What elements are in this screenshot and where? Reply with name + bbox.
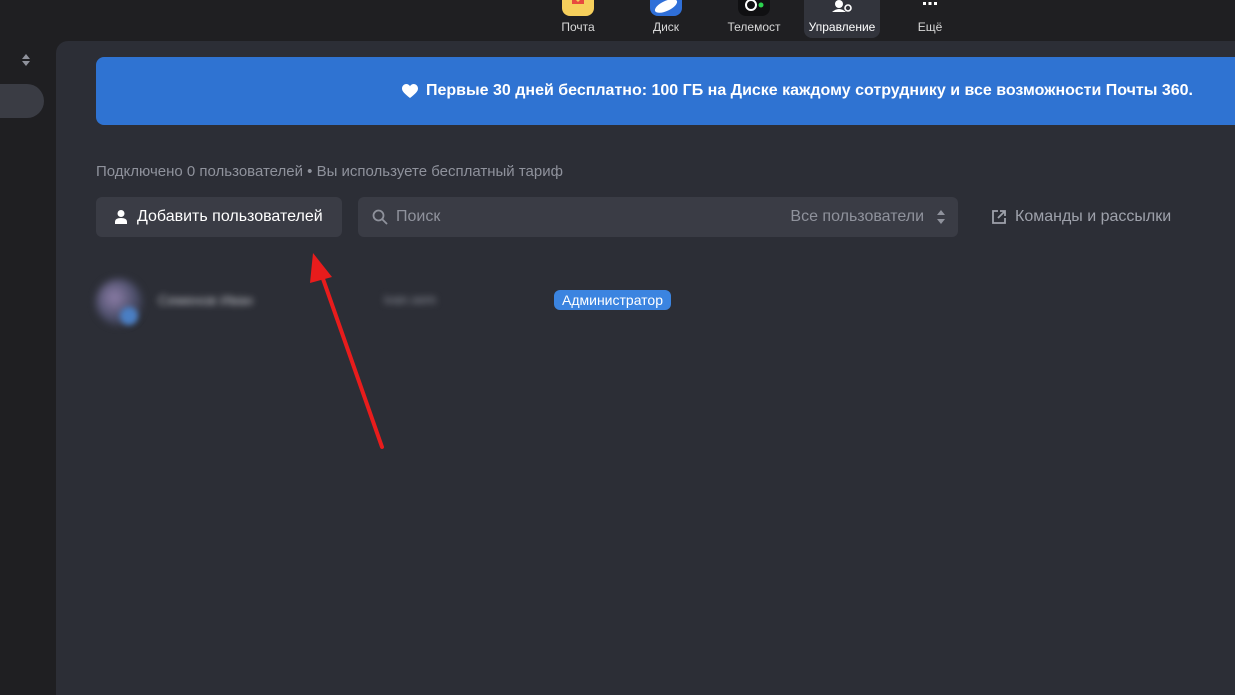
admin-icon bbox=[832, 0, 852, 12]
search-bar: Все пользователи bbox=[358, 197, 958, 237]
nav-more-label: Ещё bbox=[917, 20, 943, 34]
nav-mail-label: Почта bbox=[561, 20, 595, 34]
user-login: ivan.sem bbox=[384, 292, 437, 307]
disk-icon bbox=[650, 0, 682, 16]
nav-disk-label: Диск bbox=[652, 20, 680, 34]
rail-selected-item[interactable] bbox=[0, 84, 44, 118]
user-icon bbox=[115, 210, 127, 224]
mail-icon bbox=[562, 0, 594, 16]
subscription-summary: Подключено 0 пользователей • Вы использу… bbox=[96, 163, 563, 180]
search-icon bbox=[372, 209, 388, 225]
sort-updown-icon bbox=[937, 210, 945, 224]
add-users-button[interactable]: Добавить пользователей bbox=[96, 197, 342, 237]
avatar-badge bbox=[120, 307, 138, 325]
role-badge: Администратор bbox=[554, 290, 672, 310]
nav-telemost-label: Телемост bbox=[727, 20, 781, 34]
app-window: Почта Диск Телемост Управление Ещё Первы… bbox=[0, 0, 1235, 695]
top-app-switcher: Почта Диск Телемост Управление Ещё bbox=[0, 0, 1235, 40]
search-input[interactable] bbox=[396, 197, 736, 237]
promo-banner[interactable]: Первые 30 дней бесплатно: 100 ГБ на Диск… bbox=[96, 57, 1235, 125]
nav-admin-label: Управление bbox=[808, 20, 876, 34]
more-icon bbox=[923, 2, 937, 5]
org-switch-icon[interactable] bbox=[19, 52, 33, 68]
nav-more[interactable]: Ещё bbox=[892, 0, 968, 38]
teams-link-label: Команды и рассылки bbox=[1015, 208, 1172, 225]
nav-telemost[interactable]: Телемост bbox=[716, 0, 792, 38]
heart-icon bbox=[402, 83, 418, 98]
user-filter-value: Все пользователи bbox=[790, 208, 924, 225]
main-panel: Первые 30 дней бесплатно: 100 ГБ на Диск… bbox=[56, 41, 1235, 695]
user-name: Семенов Иван bbox=[158, 292, 254, 308]
user-filter-select[interactable]: Все пользователи bbox=[790, 197, 946, 237]
promo-text: Первые 30 дней бесплатно: 100 ГБ на Диск… bbox=[426, 82, 1193, 99]
telemost-icon bbox=[738, 0, 770, 16]
external-link-icon bbox=[992, 210, 1006, 224]
add-users-label: Добавить пользователей bbox=[137, 208, 323, 225]
nav-mail[interactable]: Почта bbox=[540, 0, 616, 38]
nav-admin[interactable]: Управление bbox=[804, 0, 880, 38]
nav-disk[interactable]: Диск bbox=[628, 0, 704, 38]
table-row[interactable]: Семенов Иван ivan.sem Администратор bbox=[84, 273, 724, 333]
left-rail bbox=[0, 40, 56, 695]
teams-and-mailing-link[interactable]: Команды и рассылки bbox=[991, 197, 1171, 237]
